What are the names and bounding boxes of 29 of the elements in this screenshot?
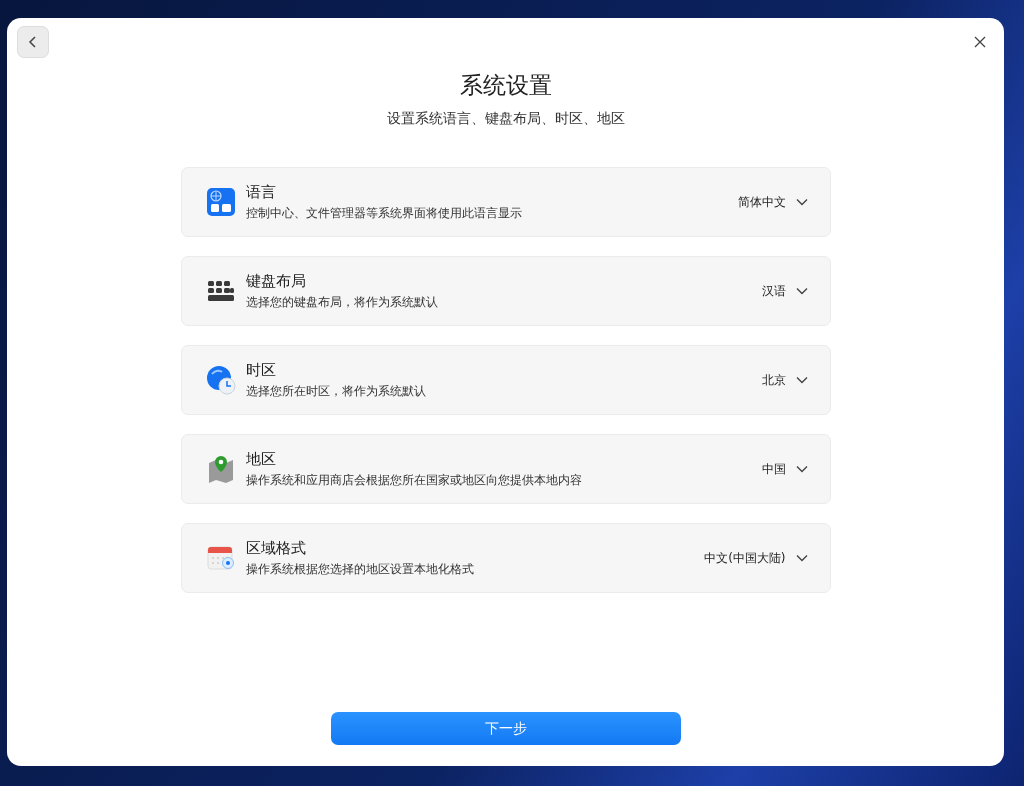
value-dropdown[interactable]: 北京: [761, 371, 808, 389]
back-button[interactable]: [17, 26, 49, 58]
caret-icon: [795, 198, 808, 206]
setting-label: 时区: [245, 361, 277, 380]
window-title: 系统设置: [459, 71, 552, 100]
map-pin-icon: [206, 455, 235, 483]
next-button[interactable]: 下一步: [330, 712, 681, 745]
setting-description: 操作系统和应用商店会根据您所在国家或地区向您提供本地内容: [245, 473, 583, 488]
setting-description: 选择您所在时区，将作为系统默认: [245, 384, 427, 399]
setting-label: 语言: [245, 183, 277, 202]
close-icon: [974, 36, 986, 48]
caret-icon: [795, 287, 808, 295]
value-dropdown[interactable]: 简体中文: [737, 193, 808, 211]
setting-label: 地区: [245, 450, 277, 469]
caret-icon: [795, 376, 808, 384]
value-dropdown[interactable]: 汉语: [761, 282, 808, 300]
setting-description: 选择您的键盘布局，将作为系统默认: [245, 295, 439, 310]
setting-description: 控制中心、文件管理器等系统界面将使用此语言显示: [245, 206, 523, 221]
setting-description: 操作系统根据您选择的地区设置本地化格式: [245, 562, 475, 577]
calendar-icon: [206, 545, 235, 571]
setting-label: 区域格式: [245, 539, 307, 558]
value-dropdown[interactable]: 中国: [761, 460, 808, 478]
keyboard-icon: [206, 280, 235, 302]
value-dropdown[interactable]: 中文(中国大陆): [704, 549, 808, 567]
window-subtitle: 设置系统语言、键盘布局、时区、地区: [386, 110, 625, 128]
caret-icon: [795, 554, 808, 562]
globe-clock-icon: [205, 365, 236, 395]
setting-label: 键盘布局: [245, 272, 307, 291]
caret-icon: [795, 465, 808, 473]
